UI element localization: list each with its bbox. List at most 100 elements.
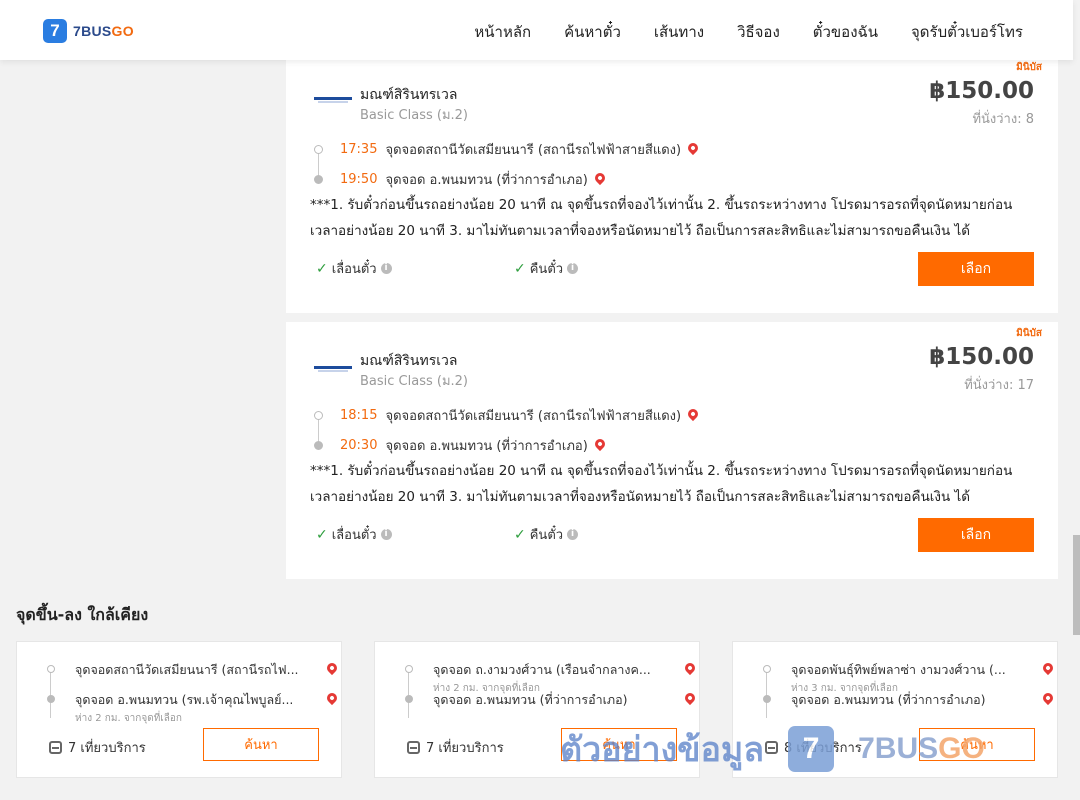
nearby-from-stop: จุดจอดสถานีวัดเสมียนนารี (สถานีรถไฟ...: [47, 660, 340, 690]
feature-label: คืนตั๋ว: [529, 528, 564, 543]
nearby-section-title: จุดขึ้น-ลง ใกล้เคียง: [16, 605, 149, 624]
nearby-to-place: จุดจอด อ.พนมทวน (รพ.เจ้าคุณไพบูลย์...: [75, 692, 294, 707]
operator-name: มณฑ์สิรินทรเวล: [360, 353, 458, 369]
info-icon[interactable]: i: [380, 529, 392, 540]
map-pin-icon[interactable]: [682, 690, 698, 706]
nav-how-to-book[interactable]: วิธีจอง: [737, 20, 780, 44]
operator-logo: [314, 93, 352, 105]
top-navigation-bar: 7 7BUSGO หน้าหลัก ค้นหาตั๋ว เส้นทาง วิธี…: [0, 0, 1073, 60]
watermark-brand-go: GO: [938, 732, 985, 765]
bus-class: Basic Class (ม.2): [360, 374, 468, 389]
info-icon[interactable]: i: [380, 263, 392, 274]
seats-available: ที่นั่งว่าง: 8: [972, 112, 1034, 127]
feature-reschedule: ✓ เลื่อนตั๋ว i: [316, 258, 392, 279]
info-icon[interactable]: i: [567, 263, 579, 274]
arrival-stop: 19:50 จุดจอด อ.พนมทวน (ที่ว่าการอำเภอ): [314, 164, 954, 194]
service-count: 7 เที่ยวบริการ: [407, 737, 504, 758]
nav-home[interactable]: หน้าหลัก: [474, 20, 531, 44]
feature-reschedule: ✓ เลื่อนตั๋ว i: [316, 524, 392, 545]
nearby-to-distance: ห่าง 2 กม. จากจุดที่เลือก: [75, 713, 182, 724]
operator-name: มณฑ์สิรินทรเวล: [360, 87, 458, 103]
watermark-text: ตัวอย่างข้อมูล: [560, 730, 765, 770]
departure-stop: 18:15 จุดจอดสถานีวัดเสมียนนารี (สถานีรถไ…: [314, 400, 954, 430]
map-pin-icon[interactable]: [686, 140, 701, 156]
departure-place: จุดจอดสถานีวัดเสมียนนารี (สถานีรถไฟฟ้าสา…: [385, 142, 682, 158]
nearby-route: จุดจอด ถ.งามวงศ์วาน (เรือนจำกลางค... ห่า…: [405, 660, 698, 720]
main-nav: หน้าหลัก ค้นหาตั๋ว เส้นทาง วิธีจอง ตั๋วข…: [474, 20, 1023, 44]
nearby-from-place: จุดจอด ถ.งามวงศ์วาน (เรือนจำกลางค...: [433, 662, 651, 677]
route-dot: [405, 695, 413, 703]
service-count-label: 7 เที่ยวบริการ: [426, 741, 504, 756]
map-pin-icon[interactable]: [592, 170, 607, 186]
operator-logo: [314, 362, 352, 374]
watermark-brand: 7BUSGO: [858, 732, 985, 766]
map-pin-icon[interactable]: [1040, 690, 1056, 706]
check-icon: ✓: [316, 526, 328, 543]
trip-route: 18:15 จุดจอดสถานีวัดเสมียนนารี (สถานีรถไ…: [314, 400, 954, 460]
feature-label: เลื่อนตั๋ว: [331, 528, 377, 543]
arrival-place: จุดจอด อ.พนมทวน (ที่ว่าการอำเภอ): [385, 172, 588, 188]
vehicle-type-badge: มินิบัส: [1016, 328, 1042, 339]
departure-stop: 17:35 จุดจอดสถานีวัดเสมียนนารี (สถานีรถไ…: [314, 134, 954, 164]
route-dot: [47, 665, 55, 673]
nearby-from-place: จุดจอดสถานีวัดเสมียนนารี (สถานีรถไฟ...: [75, 662, 299, 677]
nearby-search-button[interactable]: ค้นหา: [203, 728, 319, 761]
trip-route: 17:35 จุดจอดสถานีวัดเสมียนนารี (สถานีรถไ…: [314, 134, 954, 194]
nearby-to-stop: จุดจอด อ.พนมทวน (รพ.เจ้าคุณไพบูลย์... ห่…: [47, 690, 340, 724]
site-logo[interactable]: 7 7BUSGO: [43, 19, 134, 43]
map-pin-icon[interactable]: [324, 690, 340, 706]
nav-ticket-pickup-phone[interactable]: จุดรับตั๋วเบอร์โทร: [911, 20, 1023, 44]
nearby-to-stop: จุดจอด อ.พนมทวน (ที่ว่าการอำเภอ): [763, 690, 1056, 720]
trip-note: ***1. รับตั๋วก่อนขึ้นรถอย่างน้อย 20 นาที…: [310, 197, 1013, 239]
route-dot: [405, 665, 413, 673]
map-pin-icon[interactable]: [686, 406, 701, 422]
check-icon: ✓: [514, 260, 526, 277]
map-pin-icon[interactable]: [324, 660, 340, 676]
arrival-time: 19:50: [340, 171, 378, 187]
ticket-price: ฿150.00: [929, 344, 1034, 370]
map-pin-icon[interactable]: [592, 436, 607, 452]
logo-brand: 7BUS: [73, 23, 112, 39]
vehicle-type-badge: มินิบัส: [1016, 62, 1042, 73]
select-trip-button[interactable]: เลือก: [918, 518, 1034, 552]
nav-my-tickets[interactable]: ตั๋วของฉัน: [813, 20, 878, 44]
departure-place: จุดจอดสถานีวัดเสมียนนารี (สถานีรถไฟฟ้าสา…: [385, 408, 682, 424]
nearby-route: จุดจอดพันธุ์ทิพย์พลาซ่า งามวงศ์วาน (... …: [763, 660, 1056, 720]
feature-refund: ✓ คืนตั๋ว i: [514, 258, 579, 279]
departure-time: 17:35: [340, 141, 378, 157]
nav-routes[interactable]: เส้นทาง: [654, 20, 704, 44]
arrival-time: 20:30: [340, 437, 378, 453]
map-pin-icon[interactable]: [682, 660, 698, 676]
select-trip-button[interactable]: เลือก: [918, 252, 1034, 286]
scrollbar-thumb[interactable]: [1073, 535, 1080, 635]
departure-time: 18:15: [340, 407, 378, 423]
service-count-label: 7 เที่ยวบริการ: [68, 741, 146, 756]
nav-search-tickets[interactable]: ค้นหาตั๋ว: [564, 20, 621, 44]
trip-card: มินิบัส มณฑ์สิรินทรเวล Basic Class (ม.2)…: [286, 322, 1058, 579]
nearby-route: จุดจอดสถานีวัดเสมียนนารี (สถานีรถไฟ... จ…: [47, 660, 340, 724]
feature-refund: ✓ คืนตั๋ว i: [514, 524, 579, 545]
bus-icon: [407, 741, 420, 754]
logo-text: 7BUSGO: [73, 23, 134, 39]
bus-icon: [49, 741, 62, 754]
service-count: 7 เที่ยวบริการ: [49, 737, 146, 758]
page-scrollbar[interactable]: [1073, 0, 1080, 800]
info-icon[interactable]: i: [567, 529, 579, 540]
route-dot: [314, 440, 323, 450]
ticket-price: ฿150.00: [929, 78, 1034, 104]
route-dot: [314, 174, 323, 184]
nearby-to-place: จุดจอด อ.พนมทวน (ที่ว่าการอำเภอ): [791, 692, 986, 707]
route-dot: [47, 695, 55, 703]
watermark-brand-name: 7BUS: [858, 732, 939, 765]
check-icon: ✓: [316, 260, 328, 277]
map-pin-icon[interactable]: [1040, 660, 1056, 676]
nearby-to-stop: จุดจอด อ.พนมทวน (ที่ว่าการอำเภอ): [405, 690, 698, 720]
arrival-stop: 20:30 จุดจอด อ.พนมทวน (ที่ว่าการอำเภอ): [314, 430, 954, 460]
nearby-from-place: จุดจอดพันธุ์ทิพย์พลาซ่า งามวงศ์วาน (...: [791, 662, 1006, 677]
nearby-to-place: จุดจอด อ.พนมทวน (ที่ว่าการอำเภอ): [433, 692, 628, 707]
route-dot: [763, 665, 771, 673]
trip-note: ***1. รับตั๋วก่อนขึ้นรถอย่างน้อย 20 นาที…: [310, 463, 1013, 505]
nearby-from-stop: จุดจอดพันธุ์ทิพย์พลาซ่า งามวงศ์วาน (... …: [763, 660, 1056, 694]
arrival-place: จุดจอด อ.พนมทวน (ที่ว่าการอำเภอ): [385, 438, 588, 454]
route-dot: [763, 695, 771, 703]
